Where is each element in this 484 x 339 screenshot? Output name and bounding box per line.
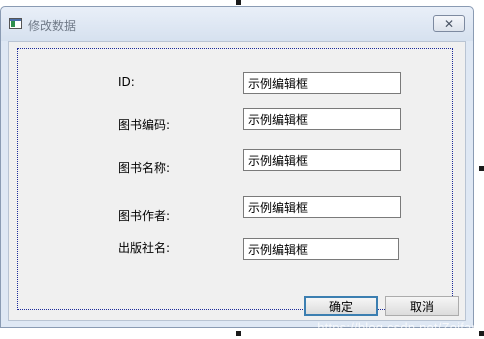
window-title: 修改数据 [28, 19, 77, 33]
id-field[interactable] [243, 72, 401, 94]
book-author-field[interactable] [243, 196, 401, 218]
label-publisher: 出版社名: [118, 241, 171, 255]
ok-button[interactable]: 确定 [304, 296, 378, 316]
label-id: ID: [118, 75, 135, 89]
resize-handle-right[interactable] [479, 166, 484, 171]
dialog-client-area: ID: 图书编码: 图书名称: 图书作者: 出版社名: 确定 取消 [8, 41, 466, 321]
book-code-field[interactable] [243, 108, 401, 130]
app-window-icon [9, 18, 22, 29]
resize-handle-top[interactable] [236, 0, 241, 5]
resize-handle-bottom[interactable] [236, 331, 241, 336]
book-name-field[interactable] [243, 149, 401, 171]
dialog-window: 修改数据 ✕ ID: 图书编码: 图书名称: 图书作者: 出版社名: 确定 取消 [0, 6, 474, 328]
close-button[interactable]: ✕ [433, 15, 465, 32]
title-bar[interactable]: 修改数据 ✕ [1, 7, 473, 41]
label-book-author: 图书作者: [118, 209, 171, 223]
watermark: https://blog.csdn.net/Zoifar [317, 320, 476, 335]
resize-handle-corner[interactable] [479, 331, 484, 336]
cancel-button[interactable]: 取消 [385, 296, 459, 316]
label-book-name: 图书名称: [118, 161, 171, 175]
label-book-code: 图书编码: [118, 118, 171, 132]
publisher-field[interactable] [243, 238, 399, 260]
close-icon: ✕ [443, 16, 455, 31]
